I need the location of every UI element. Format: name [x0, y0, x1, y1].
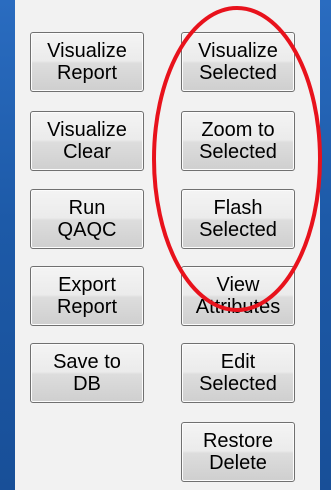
visualize-selected-button[interactable]: Visualize Selected: [181, 32, 295, 92]
flash-selected-button[interactable]: Flash Selected: [181, 189, 295, 249]
save-to-db-button[interactable]: Save to DB: [30, 343, 144, 403]
restore-delete-button[interactable]: Restore Delete: [181, 422, 295, 482]
run-qaqc-button[interactable]: Run QAQC: [30, 189, 144, 249]
zoom-to-selected-button[interactable]: Zoom to Selected: [181, 111, 295, 171]
visualize-clear-button[interactable]: Visualize Clear: [30, 111, 144, 171]
view-attributes-button[interactable]: View Attributes: [181, 266, 295, 326]
export-report-button[interactable]: Export Report: [30, 266, 144, 326]
visualize-report-button[interactable]: Visualize Report: [30, 32, 144, 92]
edit-selected-button[interactable]: Edit Selected: [181, 343, 295, 403]
